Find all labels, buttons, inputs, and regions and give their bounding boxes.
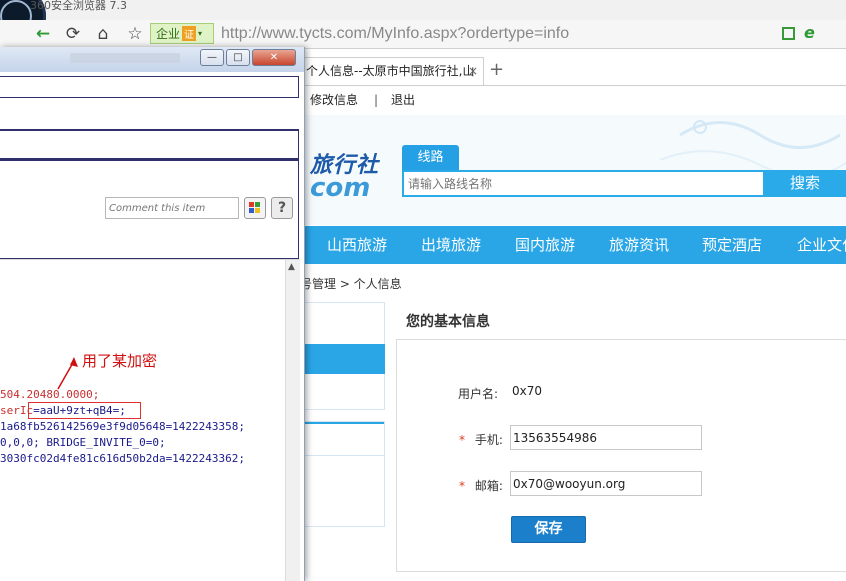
code-line: 3030fc02d4fe81c616d50b2da=1422243362; — [0, 452, 245, 465]
username-value: 0x70 — [512, 384, 543, 398]
browser-titlebar: 360安全浏览器 7.3 — [0, 0, 846, 46]
route-search-input[interactable] — [402, 170, 765, 197]
scroll-up-icon[interactable]: ▲ — [288, 262, 295, 272]
browser-toolbar: ← ⟳ ⌂ ☆ 企业 证 ▾ http://www.tycts.com/MyIn… — [0, 20, 846, 49]
blurred-title — [70, 53, 180, 63]
help-icon[interactable]: ? — [271, 197, 293, 219]
code-text: 0,0,0; BRIDGE_INVITE_0=0; — [0, 436, 166, 449]
new-tab-icon[interactable]: + — [489, 59, 504, 80]
tab-title: 个人信息--太原市中国旅行社,山 — [306, 64, 475, 78]
color-picker-icon[interactable] — [244, 197, 266, 219]
favorite-star-icon[interactable]: ☆ — [124, 23, 146, 45]
username-label: 用户名: — [458, 387, 499, 401]
annotation-highlight-box — [28, 402, 141, 419]
back-arrow-icon[interactable]: ← — [32, 23, 54, 45]
nav-item-domestic[interactable]: 国内旅游 — [515, 226, 575, 264]
code-line: 0,0,0; BRIDGE_INVITE_0=0; — [0, 436, 166, 449]
tab-active[interactable]: 个人信息--太原市中国旅行社,山 × — [300, 57, 484, 85]
maximize-button[interactable]: □ — [226, 49, 250, 66]
enterprise-cert-badge[interactable]: 企业 证 ▾ — [150, 23, 214, 44]
app-title: 360安全浏览器 7.3 — [30, 0, 127, 12]
email-label-wrap: * 邮箱: — [459, 477, 503, 494]
page-title: 您的基本信息 — [406, 314, 490, 330]
devtools-band-1 — [0, 76, 299, 98]
site-logo-com[interactable]: com — [310, 173, 370, 203]
separator: | — [374, 93, 379, 107]
logout-link[interactable]: 退出 — [391, 86, 415, 114]
address-bar[interactable]: http://www.tycts.com/MyInfo.aspx?orderty… — [221, 23, 569, 45]
phone-field[interactable] — [510, 425, 702, 450]
code-text: 1a68fb526142569e3f9d05648=1422243358; — [0, 420, 246, 433]
minimize-button[interactable]: — — [200, 49, 224, 66]
side-menu-item-active[interactable] — [300, 344, 385, 374]
tab-strip: 个人信息--太原市中国旅行社,山 × + — [300, 57, 846, 86]
email-field[interactable] — [510, 471, 702, 496]
required-mark: * — [459, 479, 465, 493]
scrollbar[interactable]: ▲ — [285, 260, 300, 581]
close-button[interactable]: ✕ — [252, 49, 296, 66]
phone-label-wrap: * 手机: — [459, 431, 503, 448]
comment-input[interactable] — [105, 197, 239, 219]
home-icon[interactable]: ⌂ — [92, 23, 114, 45]
qr-code-icon[interactable] — [782, 27, 795, 40]
code-text: 504.20480.0000; — [0, 388, 100, 401]
devtools-titlebar: — □ ✕ — [0, 47, 304, 72]
divider — [0, 259, 300, 260]
ie-mode-icon[interactable]: e — [804, 23, 815, 42]
site-topbar: 修改信息 | 退出 — [300, 86, 846, 114]
modify-info-link[interactable]: 修改信息 — [310, 86, 358, 114]
cert-label: 企业 — [156, 27, 181, 41]
devtools-window: — □ ✕ ? ▲ 用了某加密 504.20480.0000; serIc=aa… — [0, 47, 305, 581]
tab-route[interactable]: 线路 — [402, 145, 459, 170]
email-label: 邮箱: — [474, 479, 503, 493]
nav-item-outbound[interactable]: 出境旅游 — [421, 226, 481, 264]
code-text: 3030fc02d4fe81c616d50b2da=1422243362; — [0, 452, 246, 465]
save-button[interactable]: 保存 — [511, 516, 586, 543]
phone-label: 手机: — [474, 433, 503, 447]
main-nav: 山西旅游 出境旅游 国内旅游 旅游资讯 预定酒店 企业文化 — [300, 226, 846, 264]
close-icon[interactable]: × — [468, 58, 478, 85]
nav-item-shanxi[interactable]: 山西旅游 — [327, 226, 387, 264]
nav-item-news[interactable]: 旅游资讯 — [609, 226, 669, 264]
info-panel — [396, 339, 846, 572]
search-button[interactable]: 搜索 — [764, 170, 846, 197]
refresh-icon[interactable]: ⟳ — [62, 23, 84, 45]
nav-item-hotel[interactable]: 预定酒店 — [702, 226, 762, 264]
code-line: 1a68fb526142569e3f9d05648=1422243358; — [0, 420, 245, 433]
side-menu-secondary — [300, 421, 385, 527]
breadcrumb: 号管理 > 个人信息 — [300, 277, 402, 291]
devtools-band-2 — [0, 129, 299, 159]
nav-item-culture[interactable]: 企业文化 — [797, 226, 846, 264]
cert-mark-icon: 证 — [182, 26, 197, 41]
required-mark: * — [459, 433, 465, 447]
code-line: 504.20480.0000; — [0, 388, 99, 401]
chevron-down-icon: ▾ — [198, 29, 203, 38]
